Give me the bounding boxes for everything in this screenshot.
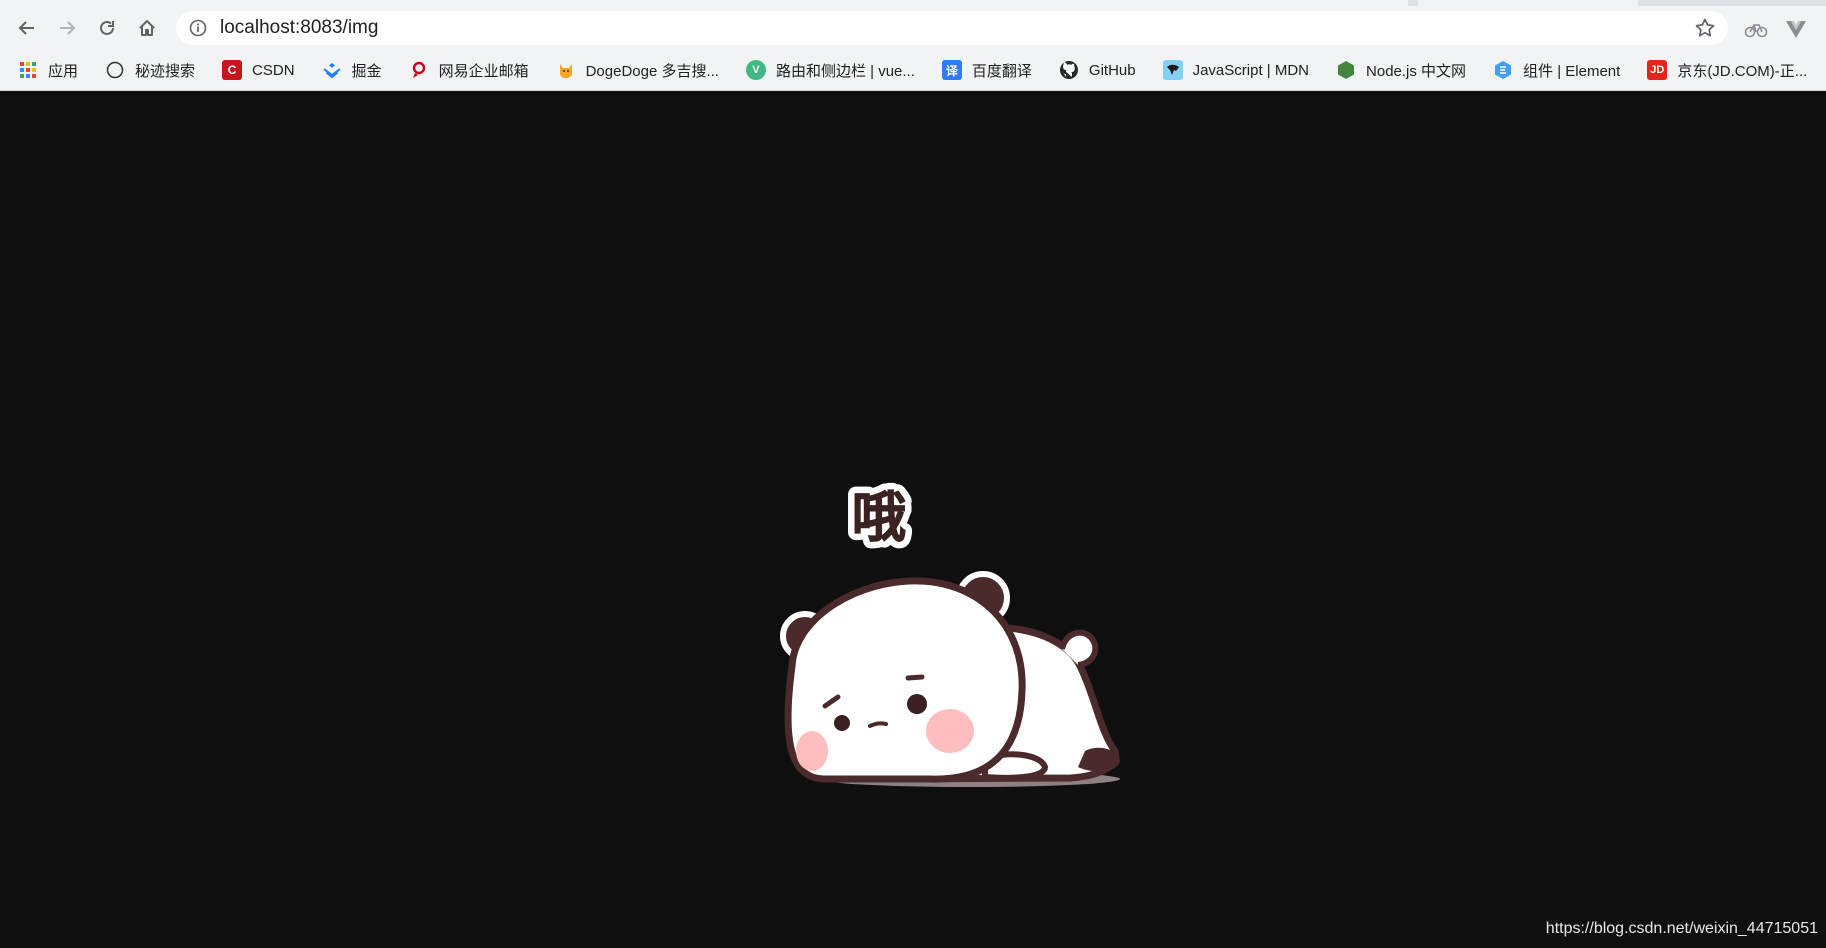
bookmark-mdn[interactable]: JavaScript | MDN <box>1145 54 1318 86</box>
bookmark-label: 秘迹搜索 <box>135 62 196 80</box>
element-icon <box>1493 60 1513 80</box>
bookmark-apps[interactable]: 应用 <box>0 54 87 86</box>
jd-icon: JD <box>1647 60 1668 80</box>
home-icon <box>139 20 155 36</box>
panda-right-eye <box>907 694 927 714</box>
bookmark-label: 百度翻译 <box>971 62 1032 80</box>
page-content: 哦 哦 https://blog.csdn.net/weixin_4471505… <box>0 91 1826 948</box>
panda-left-eye <box>834 715 850 731</box>
bookmark-label: GitHub <box>1088 61 1136 79</box>
bookmark-label: CSDN <box>252 61 295 79</box>
sticker-text-ink: 哦 <box>852 486 906 549</box>
panda-left-cheek <box>796 731 828 771</box>
back-button[interactable] <box>11 12 43 44</box>
panda-right-cheek <box>926 709 974 753</box>
bookmark-label: JavaScript | MDN <box>1192 61 1310 79</box>
reload-button[interactable] <box>91 12 123 44</box>
extension-vue-devtools-icon[interactable] <box>1784 18 1808 40</box>
bookmark-nodejs[interactable]: Node.js 中文网 <box>1318 54 1475 86</box>
vue-icon: V <box>745 60 766 80</box>
sleepy-panda-sticker: 哦 哦 <box>780 479 1120 787</box>
address-bar[interactable]: localhost:8083/img <box>176 11 1728 45</box>
apps-grid-icon <box>18 60 38 80</box>
bookmark-element[interactable]: 组件 | Element <box>1475 54 1629 86</box>
forward-arrow-icon <box>60 21 76 35</box>
github-icon <box>1059 60 1079 80</box>
extension-bike-icon[interactable] <box>1744 18 1768 40</box>
forward-button[interactable] <box>51 12 83 44</box>
bookmark-github[interactable]: GitHub <box>1041 54 1145 86</box>
bookmark-label: 掘金 <box>351 62 382 80</box>
netease-mail-icon <box>409 60 429 80</box>
bookmark-juejin[interactable]: 掘金 <box>304 54 391 86</box>
watermark-url: https://blog.csdn.net/weixin_44715051 <box>1545 920 1818 937</box>
back-arrow-icon <box>18 21 34 35</box>
url-text[interactable]: localhost:8083/img <box>220 17 378 39</box>
browser-toolbar: localhost:8083/img <box>0 6 1826 50</box>
mdn-icon <box>1162 60 1183 80</box>
nodejs-icon <box>1336 60 1356 80</box>
bookmark-vue-router[interactable]: V 路由和侧边栏 | vue... <box>728 54 924 86</box>
baidu-translate-icon: 译 <box>941 60 962 80</box>
bookmark-baidu-translate[interactable]: 译 百度翻译 <box>924 54 1041 86</box>
bookmark-dogedoge[interactable]: DogeDoge 多吉搜... <box>538 54 728 86</box>
bookmark-mijisou[interactable]: 秘迹搜索 <box>87 54 204 86</box>
bookmarks-bar: 应用 秘迹搜索 C CSDN 掘金 网易企业邮箱 DogeDoge 多吉搜...… <box>0 54 1826 86</box>
dogedoge-icon <box>556 60 576 80</box>
bookmark-label: Node.js 中文网 <box>1366 62 1467 80</box>
bookmark-csdn[interactable]: C CSDN <box>204 54 304 86</box>
bookmark-label: 网易企业邮箱 <box>438 62 529 80</box>
panda-right-brow <box>905 674 925 681</box>
bookmark-star-icon[interactable] <box>1694 17 1716 39</box>
home-button[interactable] <box>131 12 163 44</box>
juejin-icon <box>322 60 342 80</box>
site-info-icon[interactable] <box>188 18 208 38</box>
bookmark-jd[interactable]: JD 京东(JD.COM)-正... <box>1629 54 1816 86</box>
csdn-icon: C <box>222 60 243 80</box>
bookmark-label: DogeDoge 多吉搜... <box>585 62 719 80</box>
bookmark-label: 京东(JD.COM)-正... <box>1677 62 1808 80</box>
mijisou-icon <box>105 60 125 80</box>
bookmark-label: 应用 <box>48 62 79 80</box>
bookmark-netease-mail[interactable]: 网易企业邮箱 <box>391 54 538 86</box>
bookmark-label: 路由和侧边栏 | vue... <box>775 62 915 80</box>
reload-icon <box>100 20 114 35</box>
browser-chrome: localhost:8083/img 应用 秘迹搜索 C CSDN 掘金 网易企… <box>0 0 1826 91</box>
bookmark-label: 组件 | Element <box>1523 62 1621 80</box>
